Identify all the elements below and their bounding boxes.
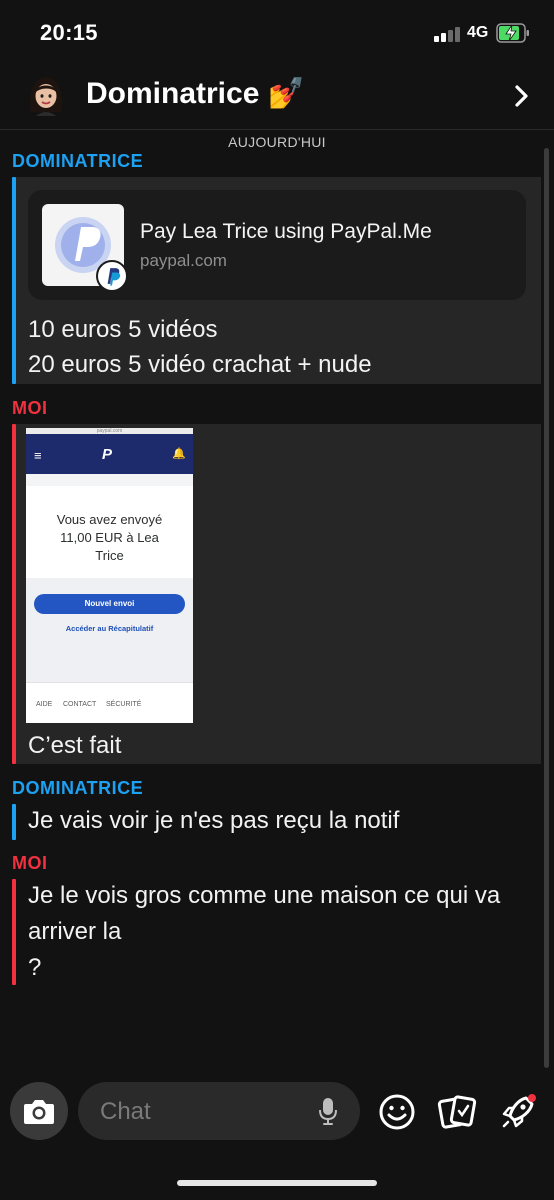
confirmation-text: 11,00 EUR à Lea bbox=[60, 530, 159, 545]
camera-icon bbox=[24, 1100, 54, 1124]
screenshot-footer: AIDE CONTACT SÉCURITÉ bbox=[26, 682, 193, 723]
chat-input[interactable]: Chat bbox=[78, 1082, 360, 1140]
rocket-games-icon[interactable] bbox=[498, 1092, 538, 1132]
signal-icon bbox=[434, 26, 462, 42]
sender-label: DOMINATRICE bbox=[12, 778, 144, 798]
paypal-logo-icon: P bbox=[102, 446, 113, 463]
bitmoji-avatar[interactable] bbox=[22, 72, 70, 120]
screenshot-navbar: ≡ P 🔔 bbox=[26, 434, 193, 474]
link-domain: paypal.com bbox=[140, 251, 227, 270]
stickers-icon[interactable] bbox=[437, 1092, 477, 1132]
message-text: arriver la bbox=[28, 918, 122, 945]
message-accent-bar bbox=[12, 424, 16, 764]
link-title: Pay Lea Trice using PayPal.Me bbox=[140, 220, 432, 243]
footer-link: AIDE bbox=[36, 701, 53, 708]
footer-link: CONTACT bbox=[63, 701, 97, 708]
confirmation-text: Trice bbox=[95, 548, 124, 563]
status-bar: 20:15 4G bbox=[0, 0, 554, 66]
paypal-badge-icon bbox=[96, 260, 128, 292]
payment-screenshot-image[interactable]: paypal.com ≡ P 🔔 Vous avez envoyé 11,00 … bbox=[26, 428, 193, 723]
message-accent-bar bbox=[12, 879, 16, 985]
message-accent-bar bbox=[12, 177, 16, 384]
status-time: 20:15 bbox=[40, 20, 98, 45]
chat-header: Dominatrice 💅 bbox=[0, 66, 554, 130]
hamburger-menu-icon: ≡ bbox=[34, 448, 42, 463]
message-text: Je le vois gros comme une maison ce qui … bbox=[28, 882, 501, 909]
message-text: Je vais voir je n'es pas reçu la notif bbox=[28, 807, 400, 834]
camera-button[interactable] bbox=[10, 1082, 68, 1140]
message-text: 20 euros 5 vidéo crachat + nude bbox=[28, 351, 372, 378]
microphone-icon[interactable] bbox=[316, 1096, 340, 1126]
screenshot-confirmation-card: Vous avez envoyé 11,00 EUR à Lea Trice bbox=[26, 486, 193, 578]
bell-icon: 🔔 bbox=[172, 448, 186, 460]
emoji-icon[interactable] bbox=[377, 1092, 417, 1132]
message-text: 10 euros 5 vidéos bbox=[28, 316, 218, 343]
chat-composer: Chat bbox=[0, 1072, 554, 1200]
contact-name[interactable]: Dominatrice 💅 bbox=[86, 76, 305, 111]
battery-charging-icon bbox=[496, 23, 529, 43]
sender-label: MOI bbox=[12, 853, 48, 873]
chat-input-placeholder: Chat bbox=[100, 1098, 151, 1125]
message-accent-bar bbox=[12, 804, 16, 840]
sender-label: MOI bbox=[12, 398, 48, 418]
new-payment-button: Nouvel envoi bbox=[34, 594, 185, 614]
sender-label: DOMINATRICE bbox=[12, 151, 144, 171]
footer-link: SÉCURITÉ bbox=[106, 701, 142, 708]
summary-link: Accéder au Récapitulatif bbox=[65, 624, 154, 633]
message-text: C’est fait bbox=[28, 732, 122, 759]
confirmation-text: Vous avez envoyé bbox=[56, 512, 163, 527]
scrollbar[interactable] bbox=[544, 148, 549, 1068]
network-label: 4G bbox=[467, 24, 489, 41]
message-text: ? bbox=[28, 954, 42, 981]
chevron-right-icon[interactable] bbox=[508, 82, 536, 110]
day-separator: AUJOURD'HUI bbox=[228, 134, 326, 150]
link-preview-card[interactable]: Pay Lea Trice using PayPal.Me paypal.com bbox=[28, 190, 526, 300]
home-indicator[interactable] bbox=[177, 1180, 377, 1186]
